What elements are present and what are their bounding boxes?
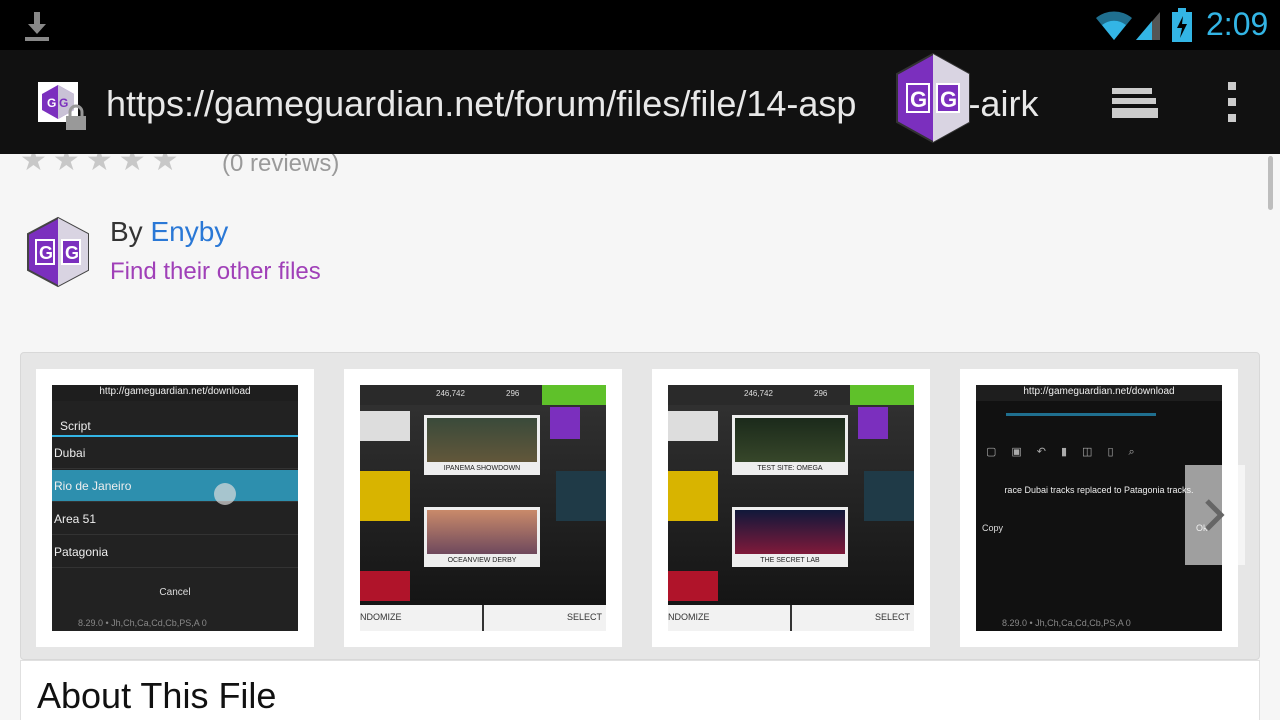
select-label: SELECT — [874, 612, 910, 622]
score-value: 296 — [506, 389, 520, 398]
game-button — [850, 385, 914, 405]
score-value: 246,742 — [436, 389, 465, 398]
list-item: Dubai — [52, 437, 298, 469]
track-tile — [668, 571, 718, 601]
game-bottombar: NDOMIZE SELECT — [668, 605, 914, 631]
lock-icon — [66, 104, 86, 130]
svg-text:G: G — [47, 96, 56, 110]
rating-stars: ★ ★ ★ ★ ★ — [20, 154, 179, 176]
svg-text:G: G — [65, 243, 79, 263]
gallery-next-button[interactable] — [1185, 465, 1245, 565]
track-card: THE SECRET LAB — [732, 507, 848, 567]
screenshot-gallery: http://gameguardian.net/download Script … — [20, 352, 1260, 660]
game-button — [542, 385, 606, 405]
author-byline: By Enyby — [110, 216, 229, 247]
status-bar: 2:09 — [0, 0, 1280, 50]
tabs-icon[interactable] — [1110, 84, 1160, 122]
gallery-thumbnail[interactable]: 246,742 296 IPANEMA SHOWDOWN OCEANVIEW D… — [344, 369, 622, 647]
track-tile — [556, 471, 606, 521]
gameguardian-badge-icon — [858, 407, 888, 439]
screenshot-url: http://gameguardian.net/download — [976, 385, 1222, 401]
screenshot-image: http://gameguardian.net/download Script … — [52, 385, 298, 631]
track-tile — [864, 471, 914, 521]
star-icon: ★ — [52, 154, 80, 177]
clock: 2:09 — [1206, 6, 1269, 42]
track-tile — [360, 411, 410, 441]
web-page: ★ ★ ★ ★ ★ (0 reviews) G G By Enyby Find … — [0, 154, 1280, 720]
other-files-link[interactable]: Find their other files — [110, 258, 321, 286]
cancel-label: Cancel — [159, 587, 191, 598]
about-section: About This File — [20, 660, 1260, 720]
scrollbar[interactable] — [1268, 156, 1273, 210]
svg-text:G: G — [940, 87, 957, 112]
svg-text:G: G — [39, 243, 53, 263]
list-item: Patagonia — [52, 536, 298, 568]
toolbar-icons: ▢▣↶▮◫▯⌕ — [986, 446, 1150, 458]
copy-label: Copy — [982, 523, 1004, 533]
track-card: IPANEMA SHOWDOWN — [424, 415, 540, 475]
track-tile — [668, 411, 718, 441]
about-title: About This File — [37, 675, 277, 716]
screenshot-image: 246,742 296 TEST SITE: OMEGA THE SECRET … — [668, 385, 914, 631]
track-card: TEST SITE: OMEGA — [732, 415, 848, 475]
track-tile — [360, 471, 410, 521]
randomize-label: NDOMIZE — [360, 612, 402, 622]
score-value: 246,742 — [744, 389, 773, 398]
track-name: IPANEMA SHOWDOWN — [427, 462, 537, 475]
randomize-label: NDOMIZE — [668, 612, 710, 622]
list-item: Area 51 — [52, 503, 298, 535]
track-tile — [668, 471, 718, 521]
signal-icon — [1136, 12, 1160, 40]
screenshot-image: 246,742 296 IPANEMA SHOWDOWN OCEANVIEW D… — [360, 385, 606, 631]
track-tile — [360, 571, 410, 601]
track-name: THE SECRET LAB — [735, 554, 845, 567]
star-icon: ★ — [151, 154, 179, 177]
svg-text:G: G — [910, 87, 927, 112]
track-name: TEST SITE: OMEGA — [735, 462, 845, 475]
select-label: SELECT — [566, 612, 602, 622]
track-card: OCEANVIEW DERBY — [424, 507, 540, 567]
screenshot-dialog-title: Script — [60, 419, 91, 433]
screenshot-footer: 8.29.0 • Jh,Ch,Ca,Cd,Cb,PS,A 0 — [1002, 618, 1131, 628]
overflow-menu-icon[interactable] — [1224, 80, 1240, 124]
reviews-count: (0 reviews) — [222, 154, 340, 177]
star-icon: ★ — [85, 154, 113, 177]
list-item: Rio de Janeiro — [52, 470, 298, 502]
star-icon: ★ — [20, 154, 47, 177]
gameguardian-overlay-icon[interactable]: G G — [893, 52, 973, 144]
screenshot-url: http://gameguardian.net/download — [52, 385, 298, 401]
gallery-thumbnail[interactable]: http://gameguardian.net/download Script … — [36, 369, 314, 647]
chevron-right-icon — [1205, 499, 1225, 531]
game-bottombar: NDOMIZE SELECT — [360, 605, 606, 631]
gameguardian-badge-icon — [550, 407, 580, 439]
author-avatar[interactable]: G G — [26, 216, 90, 288]
score-value: 296 — [814, 389, 828, 398]
gallery-thumbnail[interactable]: 246,742 296 TEST SITE: OMEGA THE SECRET … — [652, 369, 930, 647]
screenshot-footer: 8.29.0 • Jh,Ch,Ca,Cd,Cb,PS,A 0 — [78, 618, 207, 628]
author-link[interactable]: Enyby — [150, 216, 228, 247]
battery-icon — [1172, 8, 1192, 42]
star-icon: ★ — [118, 154, 146, 177]
progress-indicator — [1006, 413, 1156, 416]
track-name: OCEANVIEW DERBY — [427, 554, 537, 567]
download-icon — [25, 12, 49, 41]
touch-indicator — [214, 483, 236, 505]
wifi-icon — [1096, 11, 1132, 40]
